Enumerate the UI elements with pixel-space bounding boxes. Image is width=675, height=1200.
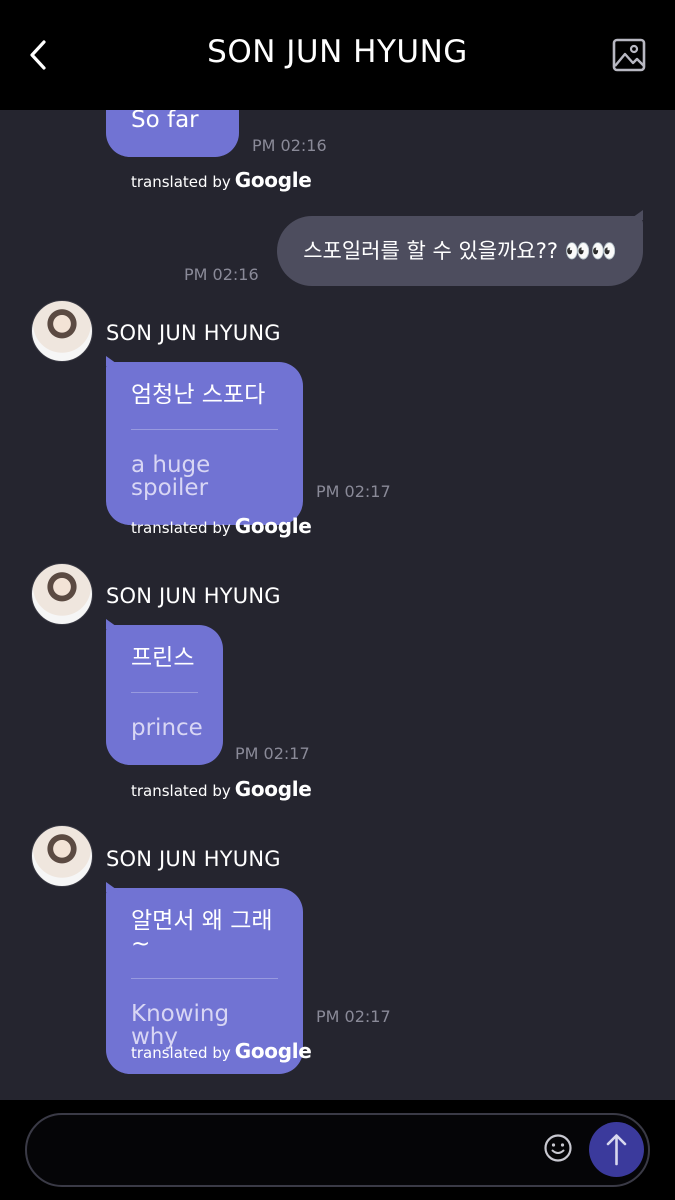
sender-name: SON JUN HYUNG xyxy=(106,584,281,608)
smiley-icon xyxy=(544,1134,572,1162)
translated-by-label: translated by xyxy=(131,173,231,191)
sent-message-text: 스포일러를 할 수 있을까요?? 👀👀 xyxy=(303,239,617,263)
message-timestamp: PM 02:17 xyxy=(316,482,391,501)
translated-by-google-badge: translated by Google xyxy=(131,777,312,801)
message-list[interactable]: So far PM 02:16 translated by Google PM 0… xyxy=(0,110,675,1100)
message-composer xyxy=(0,1100,675,1200)
google-logo: Google xyxy=(234,168,312,192)
translated-by-label: translated by xyxy=(131,1044,231,1062)
message-bubble[interactable]: 엄청난 스포다 a huge spoiler xyxy=(106,356,303,525)
message-translation-text: prince xyxy=(131,715,203,741)
avatar[interactable] xyxy=(31,563,93,625)
translated-by-label: translated by xyxy=(131,519,231,537)
sent-message-bubble[interactable]: 스포일러를 할 수 있을까요?? 👀👀 xyxy=(277,210,643,286)
message-original-text: So far xyxy=(131,110,199,133)
chat-title: SON JUN HYUNG xyxy=(207,34,468,70)
send-button[interactable] xyxy=(589,1122,644,1177)
message-original-text: 프린스 xyxy=(131,645,195,671)
header-bar: SON JUN HYUNG xyxy=(0,0,675,110)
sender-name: SON JUN HYUNG xyxy=(106,321,281,345)
message-timestamp: PM 02:17 xyxy=(316,1007,391,1026)
emoji-button[interactable] xyxy=(543,1133,573,1163)
translated-by-google-badge: translated by Google xyxy=(131,514,312,538)
chat-screen: SON JUN HYUNG So far PM 02:16 translated… xyxy=(0,0,675,1200)
google-logo: Google xyxy=(234,1039,312,1063)
gallery-button[interactable] xyxy=(611,37,647,73)
sender-name: SON JUN HYUNG xyxy=(106,847,281,871)
message-bubble[interactable]: 프린스 prince xyxy=(106,619,223,765)
message-original-text: 엄청난 스포다 xyxy=(131,382,266,408)
message-timestamp: PM 02:16 xyxy=(252,136,327,155)
message-original-text: 알면서 왜 그래~ xyxy=(131,908,273,957)
arrow-up-icon xyxy=(606,1134,627,1166)
message-bubble[interactable]: So far xyxy=(106,110,239,157)
avatar[interactable] xyxy=(31,300,93,362)
message-timestamp: PM 02:17 xyxy=(235,744,310,763)
translated-by-label: translated by xyxy=(131,782,231,800)
message-translation-text: a huge spoiler xyxy=(131,452,211,501)
image-icon xyxy=(612,38,646,72)
google-logo: Google xyxy=(234,777,312,801)
message-timestamp: PM 02:16 xyxy=(184,265,259,284)
google-logo: Google xyxy=(234,514,312,538)
translated-by-google-badge: translated by Google xyxy=(131,168,312,192)
avatar[interactable] xyxy=(31,825,93,887)
translated-by-google-badge: translated by Google xyxy=(131,1039,312,1063)
